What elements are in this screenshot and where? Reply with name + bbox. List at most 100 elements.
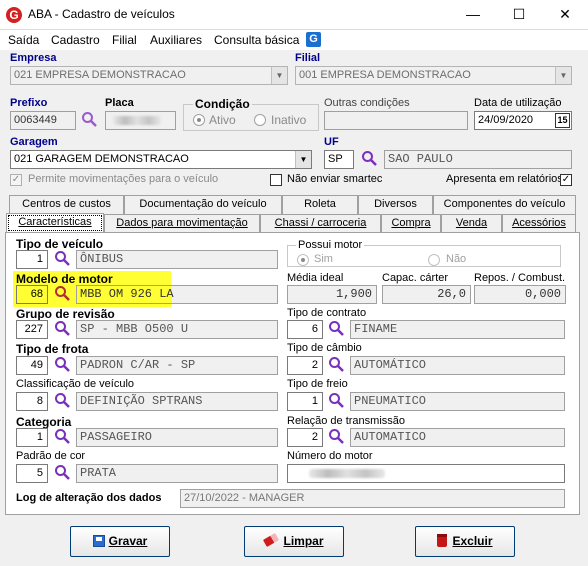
chevron-down-icon[interactable]: ▼ [295,151,311,168]
tab-dados-para-movimentacao[interactable]: Dados para movimentação [104,214,260,233]
possui-motor-nao-radio[interactable] [428,254,440,266]
chevron-down-icon[interactable]: ▼ [271,67,287,84]
search-icon[interactable] [80,111,98,129]
search-icon[interactable] [327,320,345,338]
search-icon[interactable] [53,356,71,374]
condicao-ativo-label: Ativo [209,113,236,127]
tab-diversos[interactable]: Diversos [358,195,433,214]
tab-acessorios[interactable]: Acessórios [502,214,576,233]
tab-roleta[interactable]: Roleta [282,195,358,214]
search-icon[interactable] [53,428,71,446]
gravar-button[interactable]: Gravar [70,526,170,557]
tipo-cambio-display: AUTOMÁTICO [350,356,565,375]
tipo-contrato-label: Tipo de contrato [287,307,367,319]
menu-filial[interactable]: Filial [112,33,137,47]
padrao-cor-label: Padrão de cor [16,450,86,462]
search-icon[interactable] [327,392,345,410]
permite-label: Permite movimentações para o veículo [28,173,219,185]
relacao-transmissao-code[interactable]: 2 [287,428,323,447]
placa-redacted [113,116,161,125]
filial-label: Filial [295,52,321,64]
media-ideal-value: 1,900 [287,285,377,304]
tipo-veiculo-display: ÔNIBUS [76,250,278,269]
permite-checkbox[interactable]: ✓ [10,174,22,186]
limpar-button[interactable]: Limpar [244,526,344,557]
tab-caracteristicas[interactable]: Características [6,213,104,233]
data-utilizacao-value: 24/09/2020 [478,114,534,126]
limpar-label: Limpar [283,534,324,548]
search-icon[interactable] [53,320,71,338]
empresa-select[interactable]: 021 EMPRESA DEMONSTRACAO ▼ [10,66,288,85]
tipo-veiculo-code[interactable]: 1 [16,250,48,269]
tab-centros-de-custos[interactable]: Centros de custos [9,195,124,214]
search-icon[interactable] [53,464,71,482]
classificacao-code[interactable]: 8 [16,392,48,411]
relacao-transmissao-display: AUTOMATICO [350,428,565,447]
smartec-label: Não enviar smartec [287,173,383,185]
numero-motor-label: Número do motor [287,450,373,462]
possui-motor-nao-label: Não [446,253,467,265]
tipo-frota-code[interactable]: 49 [16,356,48,375]
tipo-contrato-code[interactable]: 6 [287,320,323,339]
app-g-menu-icon[interactable]: G [306,32,321,47]
minimize-button[interactable]: — [450,0,496,30]
menu-consulta-basica[interactable]: Consulta básica [214,33,299,47]
tab-documentacao-do-veiculo[interactable]: Documentação do veículo [124,195,282,214]
search-icon[interactable] [53,250,71,268]
repos-combust-label: Repos. / Combust. [474,272,566,284]
condicao-label: Condição [193,97,252,111]
possui-motor-sim-radio[interactable] [297,254,309,266]
log-display: 27/10/2022 - MANAGER [180,489,565,508]
categoria-display: PASSAGEIRO [76,428,278,447]
condicao-ativo-radio[interactable] [193,114,205,126]
search-icon[interactable] [327,428,345,446]
placa-input[interactable] [105,111,176,130]
prefixo-input[interactable]: 0063449 [10,111,76,130]
modelo-motor-code[interactable]: 68 [16,285,48,304]
tab-compra[interactable]: Compra [381,214,441,233]
grupo-revisao-code[interactable]: 227 [16,320,48,339]
excluir-label: Excluir [452,534,493,548]
excluir-button[interactable]: Excluir [415,526,515,557]
filial-select[interactable]: 001 EMPRESA DEMONSTRACAO ▼ [295,66,572,85]
modelo-motor-display: MBB OM 926 LA [76,285,278,304]
categoria-code[interactable]: 1 [16,428,48,447]
tab-componentes-do-veiculo[interactable]: Componentes do veículo [433,195,576,214]
tipo-veiculo-label: Tipo de veículo [16,237,104,251]
smartec-checkbox[interactable] [270,174,282,186]
padrao-cor-display: PRATA [76,464,278,483]
tab-venda[interactable]: Venda [441,214,502,233]
tipo-freio-code[interactable]: 1 [287,392,323,411]
tab-chassi-carroceria[interactable]: Chassi / carroceria [260,214,381,233]
menu-auxiliares[interactable]: Auxiliares [150,33,202,47]
close-button[interactable]: ✕ [542,0,588,30]
padrao-cor-code[interactable]: 5 [16,464,48,483]
numero-motor-redacted [309,469,385,478]
search-icon[interactable] [53,392,71,410]
outras-condicoes-label: Outras condições [324,97,410,109]
relatorios-checkbox[interactable]: ✓ [560,174,572,186]
numero-motor-input[interactable] [287,464,565,483]
eraser-icon [263,533,280,547]
classificacao-label: Classificação de veículo [16,378,135,390]
tipo-freio-label: Tipo de freio [287,378,348,390]
grupo-revisao-label: Grupo de revisão [16,307,115,321]
calendar-icon[interactable]: 15 [555,113,570,128]
uf-input[interactable]: SP [324,150,354,169]
maximize-button[interactable]: ☐ [496,0,542,30]
grupo-revisao-display: SP - MBB O500 U [76,320,278,339]
possui-motor-label: Possui motor [296,239,365,251]
search-icon[interactable] [360,150,378,168]
menu-saida[interactable]: Saída [8,33,39,47]
tipo-cambio-code[interactable]: 2 [287,356,323,375]
empresa-label: Empresa [10,52,57,64]
condicao-inativo-radio[interactable] [254,114,266,126]
relatorios-label: Apresenta em relatórios [446,173,563,185]
menu-cadastro[interactable]: Cadastro [51,33,100,47]
search-icon[interactable] [53,285,71,303]
tipo-frota-display: PADRON C/AR - SP [76,356,278,375]
garagem-select[interactable]: 021 GARAGEM DEMONSTRACAO ▼ [10,150,312,169]
outras-condicoes-input[interactable] [324,111,468,130]
chevron-down-icon[interactable]: ▼ [555,67,571,84]
search-icon[interactable] [327,356,345,374]
